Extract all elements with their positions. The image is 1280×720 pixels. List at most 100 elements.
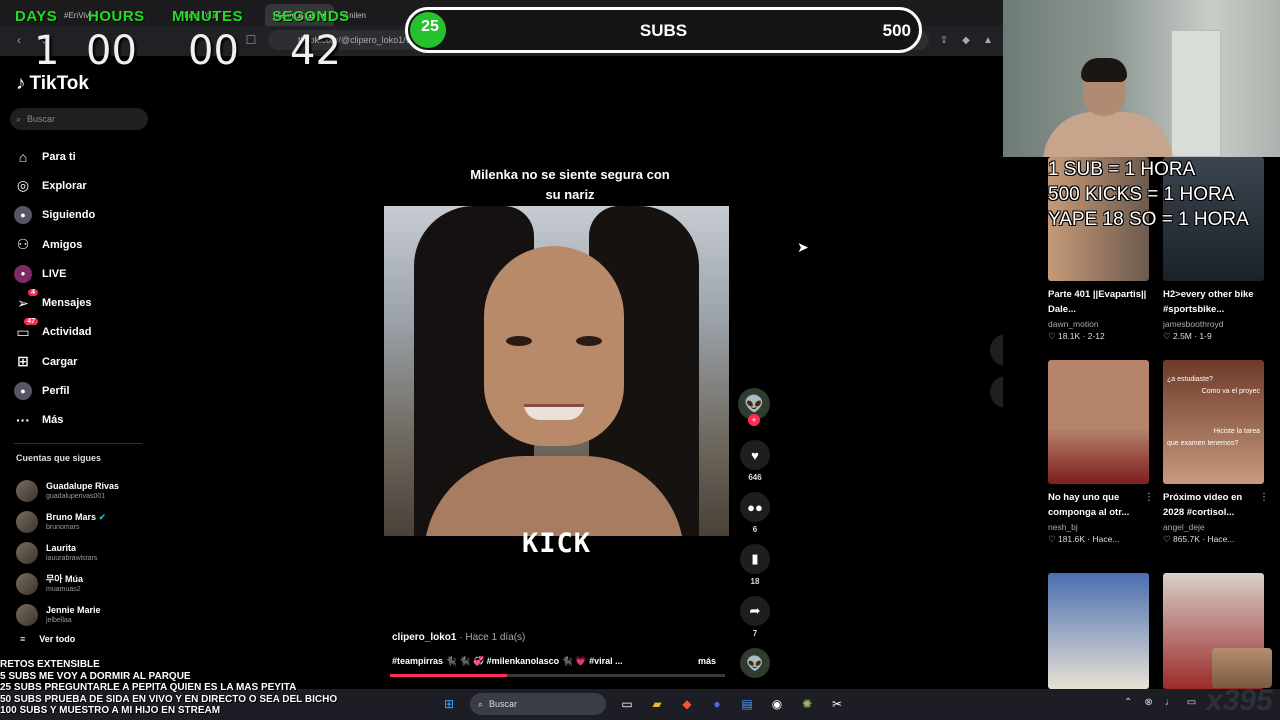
discord-icon[interactable]: ● <box>708 695 726 713</box>
notification-badge: 4 <box>28 289 38 297</box>
video-author[interactable]: clipero_loko1 · Hace 1 día(s) <box>392 632 525 643</box>
see-all-link[interactable]: ≡ Ver todo <box>20 634 75 644</box>
following-title: Cuentas que sigues <box>16 453 102 463</box>
more-icon: ··· <box>16 412 30 429</box>
avatar <box>16 603 38 626</box>
action-bar: 👽 + ♥ 646 ●● 6 ▮ 18 ➦ 7 <box>738 388 772 640</box>
save-count: 18 <box>750 577 760 586</box>
notepad-icon[interactable]: ▤ <box>738 695 756 713</box>
sidebar-item-amigos[interactable]: ⚇ Amigos <box>14 230 154 259</box>
following-item[interactable]: 무아 Múa muamuas2 <box>16 568 156 599</box>
chevron-up-icon[interactable]: ⌃ <box>1124 697 1132 708</box>
more-options-icon[interactable]: ⋮ <box>1144 492 1154 503</box>
app-icon[interactable]: ✺ <box>798 695 816 713</box>
video-card[interactable]: ¿a estudiaste? Como va el proyec Hiciste… <box>1163 360 1269 545</box>
subs-goal-bar: 25 SUBS 500 <box>405 7 922 53</box>
video-thumbnail: ¿a estudiaste? Como va el proyec Hiciste… <box>1163 360 1264 484</box>
share-action: ➦ 7 <box>738 596 772 640</box>
comment-icon[interactable]: ●● <box>740 492 770 522</box>
stream-timer: DAYS HOURS MINUTES SECONDS 1 00 00 42 <box>0 4 360 74</box>
sidebar-item-live[interactable]: ● LIVE <box>14 259 154 288</box>
more-options-icon[interactable]: ⋮ <box>1259 492 1269 503</box>
inbox-icon: ▭ 47 <box>14 318 38 341</box>
subs-label: SUBS <box>639 21 688 40</box>
following-item[interactable]: Guadalupe Rivas guadaluperivas001 <box>16 475 156 506</box>
compass-icon: ◎ <box>16 177 30 194</box>
seconds-value: 42 <box>290 28 341 74</box>
sidebar-nav: ⌂ Para ti ◎ Explorar ● Siguiendo ⚇ Amigos ● L… <box>14 142 154 435</box>
days-label: DAYS <box>15 8 58 25</box>
heart-icon[interactable]: ♥ <box>740 440 770 470</box>
sidebar-item-perfil[interactable]: ● Perfil <box>14 376 154 405</box>
save-action: ▮ 18 <box>738 544 772 588</box>
sidebar-item-siguiendo[interactable]: ● Siguiendo <box>14 201 154 230</box>
search-input[interactable]: ⌕ Buscar <box>10 108 148 130</box>
following-item[interactable]: Bruno Mars ✔ brunomars <box>16 506 156 537</box>
kick-watermark: KICK <box>521 528 592 559</box>
music-disc-icon[interactable]: 👽 <box>740 648 770 678</box>
avatar <box>16 572 38 595</box>
video-frame-shape <box>524 404 584 420</box>
mouse-cursor-icon: ➤ <box>797 239 809 255</box>
video-player[interactable] <box>384 206 729 536</box>
sidebar-item-para-ti[interactable]: ⌂ Para ti <box>14 142 154 171</box>
follow-plus-icon[interactable]: + <box>748 414 760 426</box>
brave-browser-icon[interactable]: ◆ <box>678 695 696 713</box>
more-button[interactable]: más <box>698 656 716 666</box>
network-icon[interactable]: ⊗ <box>1144 697 1152 708</box>
monitor-icon[interactable]: ▭ <box>1187 697 1196 708</box>
sidebar-item-mensajes[interactable]: ➢ 4 Mensajes <box>14 288 154 317</box>
system-tray: ⌃ ⊗ ♩ ▭ <box>1124 697 1196 708</box>
video-hashtags[interactable]: #teampirras 🐈‍⬛ 🐈‍⬛ 💞 #milenkanolasco 🐈‍… <box>392 656 632 667</box>
subs-goal: 500 <box>882 21 911 40</box>
brave-shield-icon[interactable]: ◆ <box>959 33 973 47</box>
notification-badge: 47 <box>24 318 38 326</box>
sidebar-item-actividad[interactable]: ▭ 47 Actividad <box>14 318 154 347</box>
tiktok-logo[interactable]: ♪ TikTok <box>16 73 89 95</box>
avatar <box>16 510 38 533</box>
search-icon: ⌕ <box>478 698 484 709</box>
avatar <box>16 541 38 564</box>
send-icon: ➢ 4 <box>14 289 38 312</box>
reaction-image <box>1212 648 1272 688</box>
list-icon: ≡ <box>20 634 26 644</box>
taskbar-search[interactable]: ⌕ Buscar <box>470 693 606 715</box>
screen: #EnVivo Make Your #teampirras ✕ #milen ‹ … <box>0 0 1280 720</box>
hours-label: HOURS <box>88 8 145 25</box>
following-item[interactable]: Laurita lauurabrawlstars <box>16 537 156 568</box>
video-card[interactable]: No hay uno que componga al otr... nesh_b… <box>1048 360 1154 545</box>
hours-value: 00 <box>86 28 137 74</box>
video-frame-shape <box>576 336 602 346</box>
webcam-feed <box>1003 0 1280 157</box>
sidebar-divider <box>14 443 142 444</box>
mic-icon[interactable]: ♩ <box>1165 697 1175 708</box>
video-frame-face <box>484 246 624 446</box>
minutes-label: MINUTES <box>172 8 243 25</box>
taskbar-apps: ⊞ ⌕ Buscar ▭ ▰ ◆ ● ▤ ◉ ✺ ✂ <box>440 693 846 715</box>
video-caption: Milenka no se siente segura con su nariz <box>470 167 670 202</box>
webcam-shape <box>1171 30 1221 157</box>
video-thumbnail <box>1048 573 1149 689</box>
sidebar-item-mas[interactable]: ··· Más <box>14 406 154 435</box>
webcam-shape <box>1043 112 1173 157</box>
following-list: Guadalupe Rivas guadaluperivas001 Bruno M… <box>16 475 156 630</box>
following-item[interactable]: Jennie Marie jelbellaa <box>16 599 156 630</box>
obs-icon[interactable]: ◉ <box>768 695 786 713</box>
friends-icon: ⚇ <box>16 236 30 253</box>
days-value: 1 <box>34 28 60 74</box>
bookmark-icon[interactable]: ▮ <box>740 544 770 574</box>
sidebar-item-explorar[interactable]: ◎ Explorar <box>14 171 154 200</box>
folder-icon[interactable]: ▰ <box>648 695 666 713</box>
alien-icon: 👽 <box>744 396 764 413</box>
task-view-icon[interactable]: ▭ <box>618 695 636 713</box>
creator-avatar[interactable]: 👽 + <box>738 388 770 426</box>
share-icon[interactable]: ⇪ <box>937 33 951 47</box>
sidebar-item-cargar[interactable]: ⊞ Cargar <box>14 347 154 376</box>
share-arrow-icon[interactable]: ➦ <box>740 596 770 626</box>
rewards-icon[interactable]: ▲ <box>981 33 995 47</box>
windows-start-icon[interactable]: ⊞ <box>440 695 458 713</box>
video-progress-bar[interactable] <box>390 674 725 677</box>
video-card[interactable] <box>1048 573 1150 689</box>
capcut-icon[interactable]: ✂ <box>828 695 846 713</box>
avatar <box>16 479 38 502</box>
